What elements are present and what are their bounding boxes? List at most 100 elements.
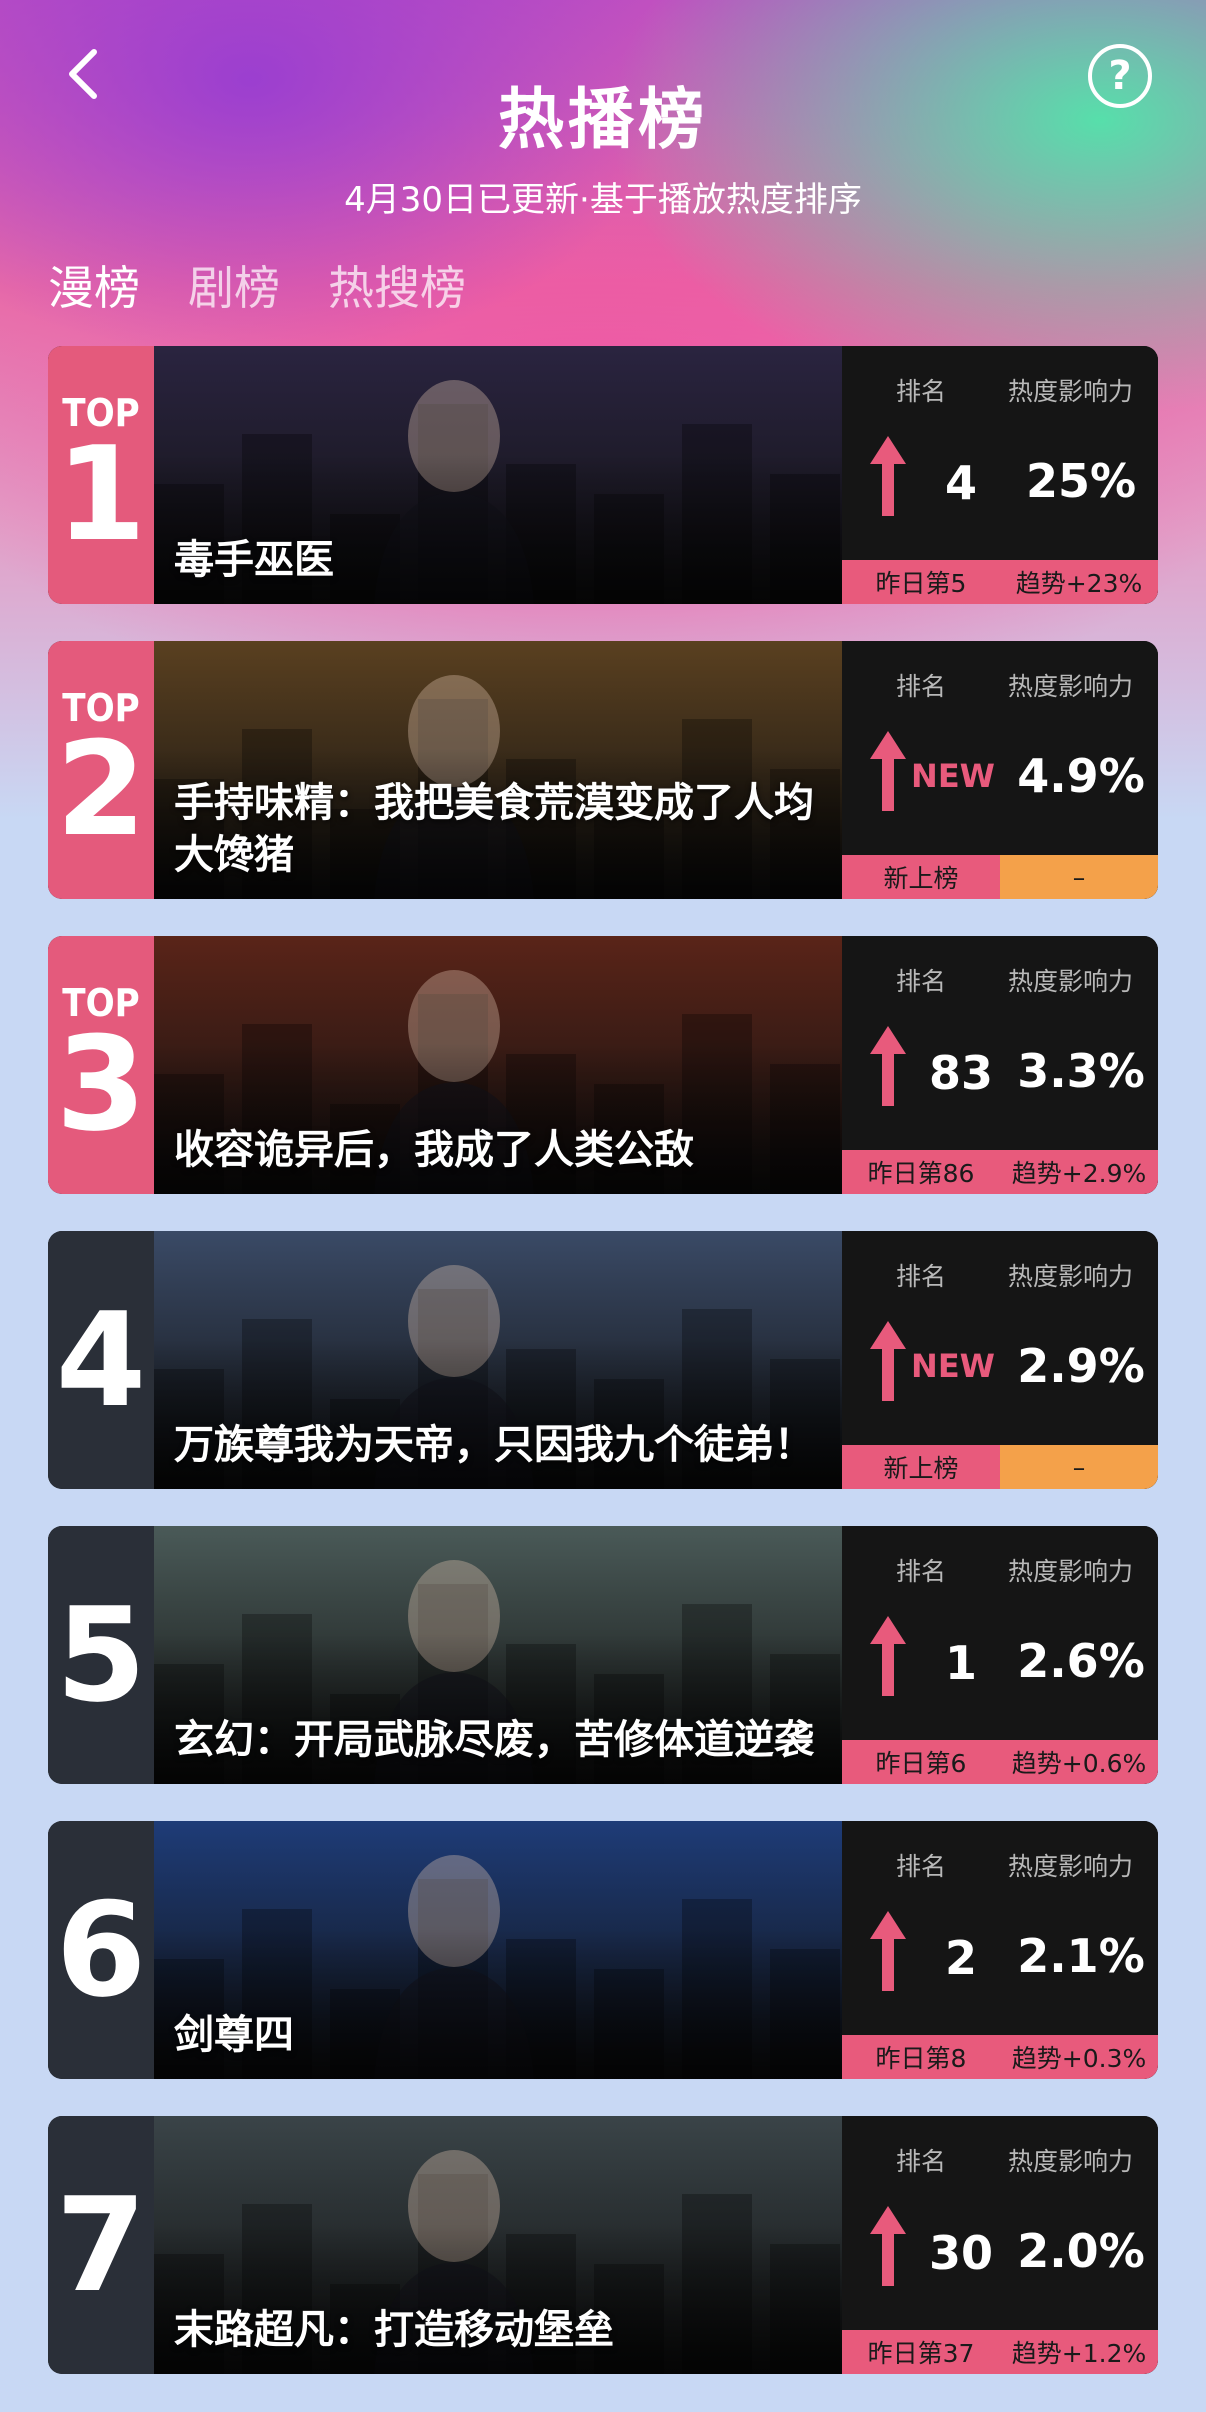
- question-icon: ?: [1108, 53, 1132, 99]
- header: 热播榜 ? 4月30日已更新·基于播放热度排序: [0, 0, 1206, 230]
- rank-header: 排名: [896, 377, 947, 406]
- poster-image: 玄幻：开局武脉尽废，苦修体道逆袭: [154, 1526, 842, 1784]
- rank-number: 7: [55, 2169, 147, 2321]
- ranking-card-3[interactable]: TOP 3 收容诡异后，我成了人类公敌 排名 热度影响力 83 3.3% 昨日第…: [48, 936, 1158, 1194]
- rank-change-value: 83: [928, 1046, 993, 1100]
- rank-number: 6: [55, 1874, 147, 2026]
- page-title: 热播榜: [498, 81, 708, 158]
- rank-header: 排名: [896, 2147, 947, 2176]
- tab-hot-search[interactable]: 热搜榜: [328, 252, 466, 318]
- stats-panel: 排名 热度影响力 NEW 4.9% 新上榜 –: [842, 641, 1158, 899]
- stats-panel: 排名 热度影响力 83 3.3% 昨日第86 趋势+2.9%: [842, 936, 1158, 1194]
- ranking-card-1[interactable]: TOP 1 毒手巫医 排名 热度影响力 4 25% 昨日第5 趋势+23%: [48, 346, 1158, 604]
- heat-header: 热度影响力: [1008, 967, 1134, 996]
- tab-bar: 漫榜 剧榜 热搜榜: [48, 252, 466, 318]
- trend-label: 趋势+23%: [1000, 560, 1158, 604]
- heat-value: 2.9%: [1017, 1339, 1145, 1393]
- card-title: 玄幻：开局武脉尽废，苦修体道逆袭: [174, 1717, 814, 1763]
- poster-image: 万族尊我为天帝，只因我九个徒弟！: [154, 1231, 842, 1489]
- heat-header: 热度影响力: [1008, 672, 1134, 701]
- rank-number: 4: [55, 1284, 147, 1436]
- rank-header: 排名: [896, 1557, 947, 1586]
- heat-value: 2.6%: [1017, 1634, 1145, 1688]
- trend-label: 趋势+0.3%: [1000, 2035, 1158, 2079]
- rank-header: 排名: [896, 1262, 947, 1291]
- ranking-card-5[interactable]: 5 玄幻：开局武脉尽废，苦修体道逆袭 排名 热度影响力 1 2.6% 昨日第6 …: [48, 1526, 1158, 1784]
- update-subtitle: 4月30日已更新·基于播放热度排序: [344, 180, 862, 220]
- rank-change-value: 2: [944, 1931, 977, 1985]
- arrow-up-icon: [870, 1616, 906, 1696]
- rank-number: 1: [55, 418, 147, 570]
- arrow-up-icon: [870, 2206, 906, 2286]
- rank-badge: 6: [48, 1821, 154, 2079]
- arrow-up-icon: [870, 1026, 906, 1106]
- card-title: 收容诡异后，我成了人类公敌: [174, 1127, 694, 1173]
- yesterday-rank-label: 新上榜: [842, 1445, 1000, 1489]
- stats-panel: 排名 热度影响力 1 2.6% 昨日第6 趋势+0.6%: [842, 1526, 1158, 1784]
- rank-change-value: NEW: [911, 1347, 995, 1385]
- poster-image: 剑尊四: [154, 1821, 842, 2079]
- stats-panel: 排名 热度影响力 30 2.0% 昨日第37 趋势+1.2%: [842, 2116, 1158, 2374]
- heat-header: 热度影响力: [1008, 1557, 1134, 1586]
- heat-header: 热度影响力: [1008, 377, 1134, 406]
- yesterday-rank-label: 昨日第6: [842, 1740, 1000, 1784]
- rank-header: 排名: [896, 1852, 947, 1881]
- trend-label: –: [1000, 1445, 1158, 1489]
- yesterday-rank-label: 新上榜: [842, 855, 1000, 899]
- rank-badge: 5: [48, 1526, 154, 1784]
- rank-change-value: 1: [944, 1636, 977, 1690]
- ranking-card-6[interactable]: 6 剑尊四 排名 热度影响力 2 2.1% 昨日第8 趋势+0.3%: [48, 1821, 1158, 2079]
- card-title: 末路超凡：打造移动堡垒: [174, 2307, 614, 2353]
- rank-number: 2: [55, 713, 147, 865]
- yesterday-rank-label: 昨日第86: [842, 1150, 1000, 1194]
- poster-image: 手持味精：我把美食荒漠变成了人均大馋猪: [154, 641, 842, 899]
- rank-badge: TOP 1: [48, 346, 154, 604]
- tab-drama[interactable]: 剧榜: [188, 252, 280, 318]
- heat-value: 2.1%: [1017, 1929, 1145, 1983]
- rank-header: 排名: [896, 967, 947, 996]
- heat-header: 热度影响力: [1008, 1262, 1134, 1291]
- heat-header: 热度影响力: [1008, 1852, 1134, 1881]
- heat-value: 3.3%: [1017, 1044, 1145, 1098]
- tab-comic[interactable]: 漫榜: [48, 252, 140, 318]
- yesterday-rank-label: 昨日第37: [842, 2330, 1000, 2374]
- arrow-up-icon: [870, 731, 906, 811]
- card-title: 剑尊四: [174, 2012, 294, 2058]
- yesterday-rank-label: 昨日第5: [842, 560, 1000, 604]
- rank-badge: 7: [48, 2116, 154, 2374]
- rank-number: 3: [55, 1008, 147, 1160]
- trend-label: 趋势+0.6%: [1000, 1740, 1158, 1784]
- ranking-list: TOP 1 毒手巫医 排名 热度影响力 4 25% 昨日第5 趋势+23% TO…: [48, 346, 1158, 2411]
- arrow-up-icon: [870, 1911, 906, 1991]
- heat-value: 2.0%: [1017, 2224, 1145, 2278]
- rank-header: 排名: [896, 672, 947, 701]
- rank-badge: TOP 3: [48, 936, 154, 1194]
- poster-image: 收容诡异后，我成了人类公敌: [154, 936, 842, 1194]
- trend-label: –: [1000, 855, 1158, 899]
- stats-panel: 排名 热度影响力 4 25% 昨日第5 趋势+23%: [842, 346, 1158, 604]
- stats-panel: 排名 热度影响力 2 2.1% 昨日第8 趋势+0.3%: [842, 1821, 1158, 2079]
- help-button[interactable]: ?: [1088, 44, 1152, 108]
- stats-panel: 排名 热度影响力 NEW 2.9% 新上榜 –: [842, 1231, 1158, 1489]
- arrow-up-icon: [870, 436, 906, 516]
- ranking-card-2[interactable]: TOP 2 手持味精：我把美食荒漠变成了人均大馋猪 排名 热度影响力 NEW 4…: [48, 641, 1158, 899]
- card-title: 万族尊我为天帝，只因我九个徒弟！: [174, 1422, 814, 1468]
- trend-label: 趋势+2.9%: [1000, 1150, 1158, 1194]
- trend-label: 趋势+1.2%: [1000, 2330, 1158, 2374]
- rank-badge: 4: [48, 1231, 154, 1489]
- heat-header: 热度影响力: [1008, 2147, 1134, 2176]
- rank-number: 5: [55, 1579, 147, 1731]
- arrow-up-icon: [870, 1321, 906, 1401]
- poster-image: 末路超凡：打造移动堡垒: [154, 2116, 842, 2374]
- rank-change-value: 4: [944, 456, 977, 510]
- rank-badge: TOP 2: [48, 641, 154, 899]
- ranking-card-7[interactable]: 7 末路超凡：打造移动堡垒 排名 热度影响力 30 2.0% 昨日第37 趋势+…: [48, 2116, 1158, 2374]
- heat-value: 25%: [1025, 454, 1137, 508]
- heat-value: 4.9%: [1017, 749, 1145, 803]
- card-title: 毒手巫医: [174, 537, 334, 583]
- ranking-card-4[interactable]: 4 万族尊我为天帝，只因我九个徒弟！ 排名 热度影响力 NEW 2.9% 新上榜…: [48, 1231, 1158, 1489]
- rank-change-value: 30: [928, 2226, 993, 2280]
- yesterday-rank-label: 昨日第8: [842, 2035, 1000, 2079]
- poster-image: 毒手巫医: [154, 346, 842, 604]
- rank-change-value: NEW: [911, 757, 995, 795]
